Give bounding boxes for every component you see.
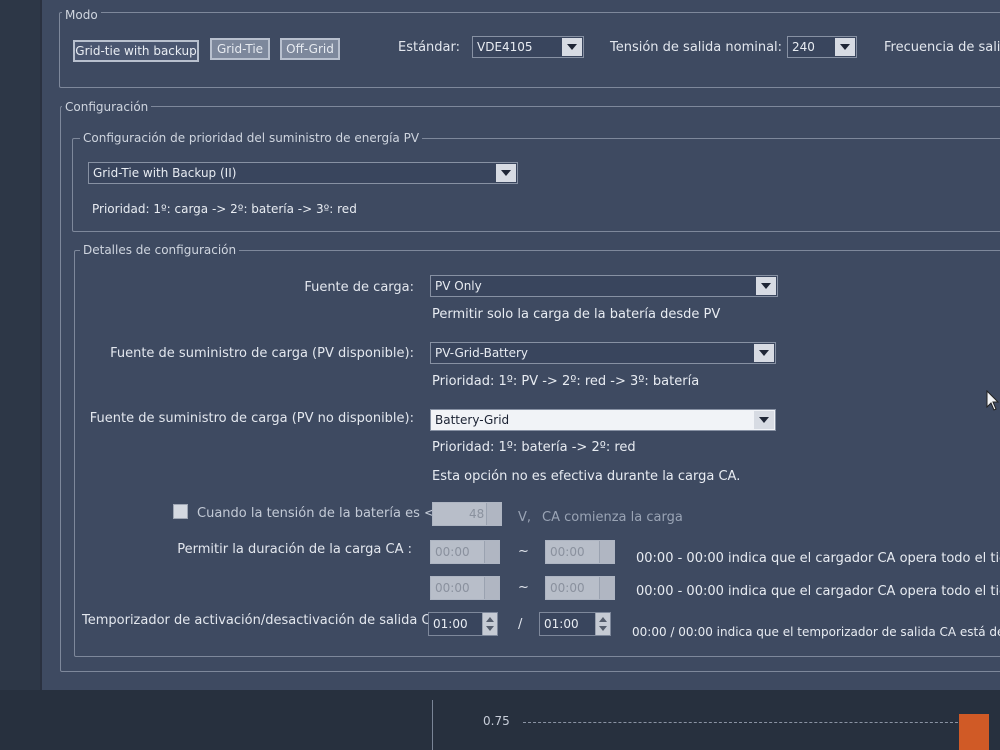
charge-source-label: Fuente de carga: [304,280,414,295]
output-timer-label: Temporizador de activación/desactivación… [82,613,444,628]
grid-tie-backup-button[interactable]: Grid-tie with backup [73,40,199,62]
nominal-voltage-value: 240 [792,40,815,54]
mouse-cursor-icon [986,390,1000,411]
ac-charge-end-2-value: 00:00 [550,581,585,595]
standard-label: Estándar: [398,40,461,55]
ac-charge-start-1-value: 00:00 [435,545,470,559]
chevron-down-icon[interactable] [756,277,776,295]
ac-charge-end-1-value: 00:00 [550,545,585,559]
ac-charge-note: Esta opción no es efectiva durante la ca… [432,469,741,484]
nominal-voltage-label: Tensión de salida nominal: [610,40,783,55]
chevron-down-icon[interactable] [754,344,774,362]
grid-tie-button[interactable]: Grid-Tie [210,38,270,60]
spinner-buttons[interactable] [484,577,499,599]
battery-voltage-value: 48 [469,507,485,521]
ac-charge-end-2[interactable]: 00:00 [545,576,615,600]
spinner-buttons[interactable] [599,577,614,599]
charge-source-select[interactable]: PV Only [430,275,778,297]
output-timer-off-value: 01:00 [544,617,579,631]
battery-voltage-unit: V, [518,510,532,525]
battery-threshold-suffix: CA comienza la carga [542,510,683,525]
chevron-down-icon[interactable] [562,38,582,56]
timer-separator: / [518,617,523,632]
load-pv-available-hint: Prioridad: 1º: PV -> 2º: red -> 3º: bate… [432,374,700,389]
battery-voltage-spinner[interactable]: 48 [432,502,502,526]
pv-priority-value: Grid-Tie with Backup (II) [93,166,237,180]
output-timer-off[interactable]: 01:00 [539,612,611,636]
battery-threshold-checkbox[interactable] [173,504,188,519]
nominal-voltage-select[interactable]: 240 [787,36,857,58]
load-pv-unavailable-hint: Prioridad: 1º: batería -> 2º: red [432,440,636,455]
standard-value: VDE4105 [477,40,533,54]
output-timer-hint: 00:00 / 00:00 indica que el temporizador… [632,625,1000,639]
details-legend: Detalles de configuración [80,243,240,257]
chart-tick-label: 0.75 [483,714,510,728]
off-grid-button[interactable]: Off-Grid [280,38,340,60]
chart-gridline [523,722,963,723]
load-pv-unavailable-label: Fuente de suministro de carga (PV no dis… [89,411,414,426]
standard-select[interactable]: VDE4105 [472,36,584,58]
chevron-down-icon[interactable] [835,38,855,56]
battery-threshold-label: Cuando la tensión de la batería es < [197,506,435,521]
load-pv-available-label: Fuente de suministro de carga (PV dispon… [110,346,414,361]
spinner-buttons[interactable] [482,613,497,635]
config-legend: Configuración [62,100,152,114]
chart-bar [959,714,989,750]
ac-charge-start-2[interactable]: 00:00 [430,576,500,600]
ac-charge-start-1[interactable]: 00:00 [430,540,500,564]
mode-legend: Modo [62,8,101,22]
output-timer-on-value: 01:00 [433,617,468,631]
ac-charge-end-1[interactable]: 00:00 [545,540,615,564]
settings-panel: Modo Grid-tie with backup Grid-Tie Off-G… [40,0,1000,690]
ac-charge-start-2-value: 00:00 [435,581,470,595]
load-pv-unavailable-select[interactable]: Battery-Grid [430,409,776,431]
chart-area: 0.75 [432,700,1000,750]
charge-source-hint: Permitir solo la carga de la batería des… [432,307,721,322]
spinner-buttons[interactable] [486,503,501,525]
pv-priority-select[interactable]: Grid-Tie with Backup (II) [88,162,518,184]
ac-charge-duration-hint-2: 00:00 - 00:00 indica que el cargador CA … [636,584,1000,599]
pv-priority-frame [72,138,1000,232]
ac-charge-duration-hint-1: 00:00 - 00:00 indica que el cargador CA … [636,551,1000,566]
pv-priority-hint: Prioridad: 1º: carga -> 2º: batería -> 3… [92,202,357,216]
range-separator: ~ [518,544,529,559]
spinner-buttons[interactable] [595,613,610,635]
output-frequency-label: Frecuencia de salic [884,40,1000,55]
chevron-down-icon[interactable] [754,411,774,429]
load-pv-available-select[interactable]: PV-Grid-Battery [430,342,776,364]
load-pv-unavailable-value: Battery-Grid [435,413,510,427]
output-timer-on[interactable]: 01:00 [428,612,498,636]
spinner-buttons[interactable] [599,541,614,563]
chevron-down-icon[interactable] [496,164,516,182]
pv-priority-legend: Configuración de prioridad del suministr… [80,131,423,145]
ac-charge-duration-label: Permitir la duración de la carga CA : [177,542,412,557]
load-pv-available-value: PV-Grid-Battery [435,346,529,360]
charge-source-value: PV Only [435,279,482,293]
spinner-buttons[interactable] [484,541,499,563]
range-separator: ~ [518,580,529,595]
